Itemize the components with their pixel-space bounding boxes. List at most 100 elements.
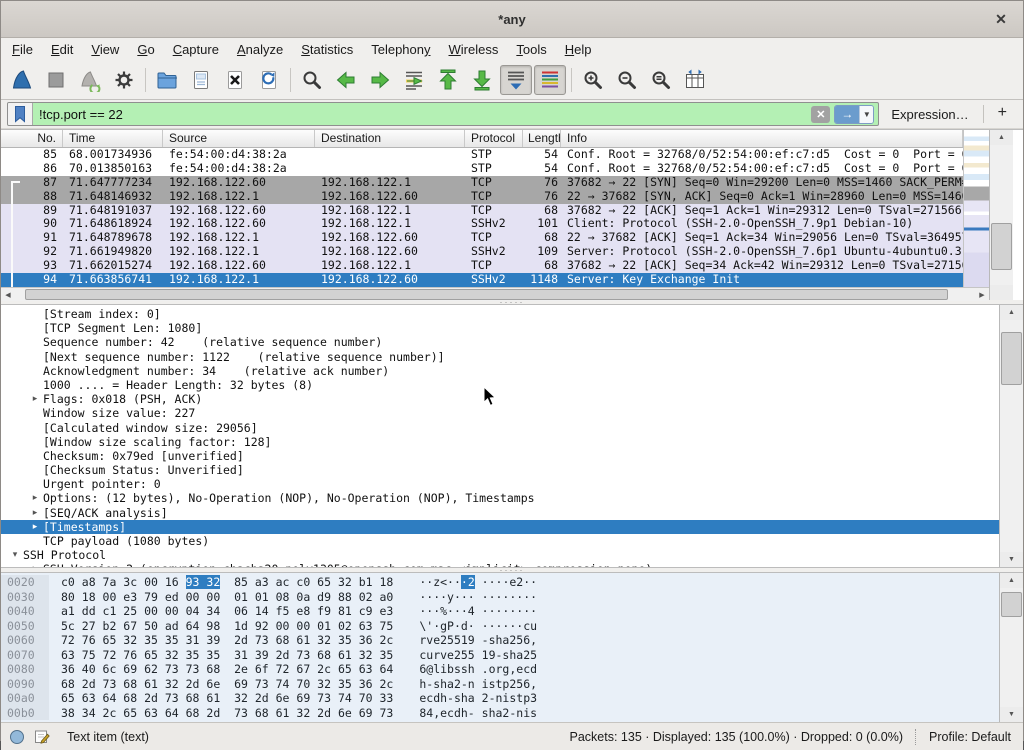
scroll-thumb[interactable]	[1001, 332, 1022, 385]
stop-capture-button[interactable]	[40, 65, 72, 95]
hex-row[interactable]: 00505c 27 b2 67 50 ad 64 98 1d 92 00 00 …	[1, 619, 1000, 634]
detail-row[interactable]: [Stream index: 0]	[1, 307, 1000, 321]
start-capture-button[interactable]	[6, 65, 38, 95]
scroll-track[interactable]	[15, 288, 975, 301]
restart-capture-button[interactable]	[74, 65, 106, 95]
chevron-right-icon[interactable]: ▸	[27, 506, 43, 520]
detail-row[interactable]: ▸Options: (12 bytes), No-Operation (NOP)…	[1, 491, 1000, 505]
detail-row[interactable]: [TCP Segment Len: 1080]	[1, 321, 1000, 335]
scroll-track[interactable]	[1000, 320, 1023, 552]
detail-row[interactable]: TCP payload (1080 bytes)	[1, 534, 1000, 548]
detail-row[interactable]: Sequence number: 42 (relative sequence n…	[1, 335, 1000, 349]
packet-row[interactable]: 8670.013850163fe:54:00:d4:38:2aSTP54Conf…	[1, 162, 963, 176]
menu-item-telephony[interactable]: Telephony	[362, 40, 439, 59]
menu-item-view[interactable]: View	[82, 40, 128, 59]
detail-row[interactable]: ▸[SEQ/ACK analysis]	[1, 506, 1000, 520]
menu-item-statistics[interactable]: Statistics	[292, 40, 362, 59]
find-packet-button[interactable]	[296, 65, 328, 95]
save-file-button[interactable]	[185, 65, 217, 95]
go-forward-button[interactable]	[364, 65, 396, 95]
detail-row[interactable]: ▾SSH Protocol	[1, 548, 1000, 562]
colorize-packets-button[interactable]	[534, 65, 566, 95]
scroll-thumb[interactable]	[1001, 592, 1022, 618]
hex-row[interactable]: 008036 40 6c 69 62 73 73 68 2e 6f 72 67 …	[1, 662, 1000, 677]
column-header-source[interactable]: Source	[163, 130, 315, 147]
zoom-original-button[interactable]	[645, 65, 677, 95]
resize-columns-button[interactable]	[679, 65, 711, 95]
packet-row[interactable]: 8568.001734936fe:54:00:d4:38:2aSTP54Conf…	[1, 148, 963, 162]
scroll-up-arrow[interactable]: ▲	[1000, 305, 1023, 320]
scroll-left-arrow[interactable]: ◀	[1, 288, 15, 301]
go-first-packet-button[interactable]	[432, 65, 464, 95]
packet-row[interactable]: 8971.648191037192.168.122.60192.168.122.…	[1, 204, 963, 218]
window-close-button[interactable]: ✕	[991, 9, 1011, 29]
display-filter-input[interactable]	[33, 103, 811, 125]
packet-row[interactable]: 8771.647777234192.168.122.60192.168.122.…	[1, 176, 963, 190]
hex-row[interactable]: 00b038 34 2c 65 63 64 68 2d 73 68 61 32 …	[1, 706, 1000, 721]
auto-scroll-button[interactable]	[500, 65, 532, 95]
open-file-button[interactable]	[151, 65, 183, 95]
hex-row[interactable]: 0040a1 dd c1 25 00 00 04 34 06 14 f5 e8 …	[1, 604, 1000, 619]
packet-row[interactable]: 8871.648146932192.168.122.1192.168.122.6…	[1, 190, 963, 204]
detail-row[interactable]: [Next sequence number: 1122 (relative se…	[1, 350, 1000, 364]
filter-bookmark-button[interactable]	[8, 103, 33, 125]
filter-clear-button[interactable]: ✕	[811, 106, 830, 123]
expression-button[interactable]: Expression…	[891, 107, 968, 122]
hex-row[interactable]: 0020c0 a8 7a 3c 00 16 93 32 85 a3 ac c0 …	[1, 575, 1000, 590]
reload-file-button[interactable]	[253, 65, 285, 95]
hex-row[interactable]: 009068 2d 73 68 61 32 2d 6e 69 73 74 70 …	[1, 677, 1000, 692]
packet-list-minimap[interactable]	[963, 130, 990, 287]
menu-item-wireless[interactable]: Wireless	[440, 40, 508, 59]
scroll-thumb[interactable]	[25, 289, 949, 300]
detail-row[interactable]: Checksum: 0x79ed [unverified]	[1, 449, 1000, 463]
detail-row[interactable]: [Window size scaling factor: 128]	[1, 435, 1000, 449]
filter-history-dropdown[interactable]: ▼	[859, 106, 873, 123]
column-header-length[interactable]: Length	[523, 130, 561, 147]
scroll-down-arrow[interactable]: ▼	[1000, 552, 1023, 567]
detail-row[interactable]: ▸[Timestamps]	[1, 520, 1000, 534]
chevron-right-icon[interactable]: ▸	[27, 562, 43, 568]
packet-row[interactable]: 9271.661949820192.168.122.1192.168.122.6…	[1, 245, 963, 259]
detail-row[interactable]: Window size value: 227	[1, 406, 1000, 420]
detail-row[interactable]: [Calculated window size: 29056]	[1, 421, 1000, 435]
hex-row[interactable]: 003080 18 00 e3 79 ed 00 00 01 01 08 0a …	[1, 590, 1000, 605]
packet-row[interactable]: 9371.662015274192.168.122.60192.168.122.…	[1, 259, 963, 273]
detail-row[interactable]: [Checksum Status: Unverified]	[1, 463, 1000, 477]
menu-item-capture[interactable]: Capture	[164, 40, 228, 59]
chevron-down-icon[interactable]: ▾	[7, 548, 23, 562]
column-header-protocol[interactable]: Protocol	[465, 130, 523, 147]
go-back-button[interactable]	[330, 65, 362, 95]
hex-row[interactable]: 006072 76 65 32 35 35 31 39 2d 73 68 61 …	[1, 633, 1000, 648]
filter-apply-button[interactable]: →	[835, 106, 859, 123]
detail-row[interactable]: ▸SSH Version 2 (encryption:chacha20-poly…	[1, 562, 1000, 568]
menu-item-tools[interactable]: Tools	[507, 40, 555, 59]
hex-row[interactable]: 007063 75 72 76 65 32 35 35 31 39 2d 73 …	[1, 648, 1000, 663]
scroll-up-arrow[interactable]: ▲	[990, 130, 1013, 145]
zoom-out-button[interactable]	[611, 65, 643, 95]
expert-info-button[interactable]	[9, 729, 25, 745]
zoom-in-button[interactable]	[577, 65, 609, 95]
packet-row[interactable]: 9171.648789678192.168.122.1192.168.122.6…	[1, 231, 963, 245]
menu-item-help[interactable]: Help	[556, 40, 601, 59]
detail-row[interactable]: Urgent pointer: 0	[1, 477, 1000, 491]
column-header-destination[interactable]: Destination	[315, 130, 465, 147]
capture-options-button[interactable]	[108, 65, 140, 95]
detail-row[interactable]: Acknowledgment number: 34 (relative ack …	[1, 364, 1000, 378]
menu-item-edit[interactable]: Edit	[42, 40, 82, 59]
scroll-right-arrow[interactable]: ▶	[975, 288, 989, 301]
add-filter-button[interactable]: +	[988, 104, 1017, 124]
chevron-right-icon[interactable]: ▸	[27, 392, 43, 406]
scroll-up-arrow[interactable]: ▲	[1000, 573, 1023, 588]
column-header-no[interactable]: No.	[1, 130, 63, 147]
go-last-packet-button[interactable]	[466, 65, 498, 95]
packet-row[interactable]: 9071.648618924192.168.122.60192.168.122.…	[1, 217, 963, 231]
detail-row[interactable]: 1000 .... = Header Length: 32 bytes (8)	[1, 378, 1000, 392]
close-file-button[interactable]	[219, 65, 251, 95]
column-header-time[interactable]: Time	[63, 130, 163, 147]
profile-label[interactable]: Profile: Default	[929, 730, 1011, 744]
scroll-thumb[interactable]	[991, 223, 1012, 270]
column-header-info[interactable]: Info	[561, 130, 963, 147]
hex-row[interactable]: 00a065 63 64 68 2d 73 68 61 32 2d 6e 69 …	[1, 691, 1000, 706]
menu-item-file[interactable]: File	[3, 40, 42, 59]
chevron-right-icon[interactable]: ▸	[27, 491, 43, 505]
